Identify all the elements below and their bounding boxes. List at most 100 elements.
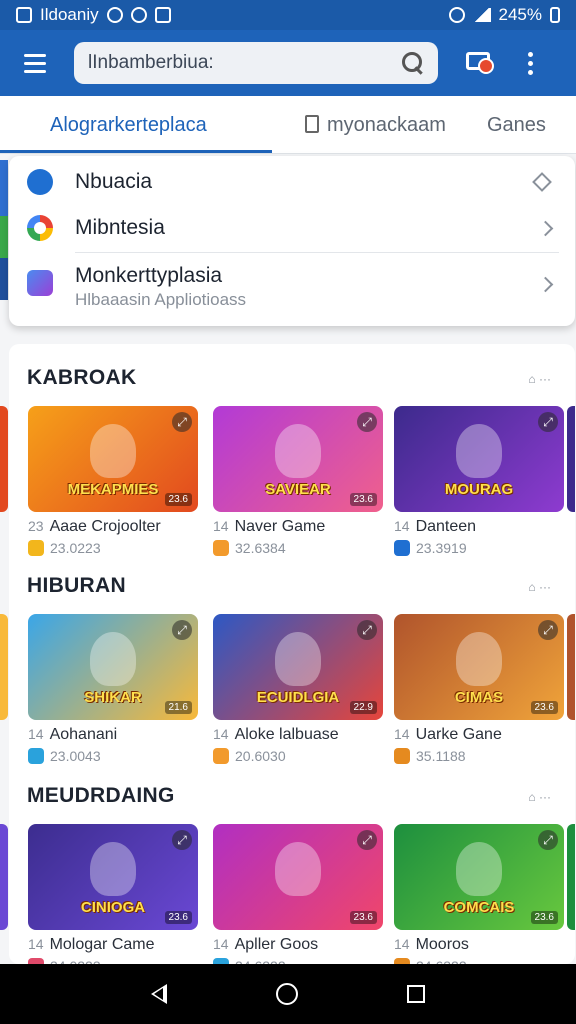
game-title-row: 14 Mologar Came: [28, 936, 198, 954]
section-more-icon[interactable]: ⌂ ···: [528, 580, 551, 594]
share-icon[interactable]: ⤢: [172, 412, 192, 432]
hamburger-menu-icon[interactable]: [12, 40, 58, 86]
game-card[interactable]: ⤢23.614Apller Goos24.6222: [213, 824, 383, 974]
back-icon[interactable]: [150, 984, 167, 1004]
game-thumbnail[interactable]: ECUIDLGIA ⤢ 22.9: [213, 614, 383, 720]
developer-icon: [28, 748, 44, 764]
character-art: [275, 842, 321, 896]
tab-0[interactable]: Alograrkerteplaca: [50, 114, 207, 137]
chevron-right-icon: [537, 276, 554, 292]
carousel-peek-right: [567, 614, 575, 720]
game-thumbnail[interactable]: ⤢ 23.6: [213, 824, 383, 930]
share-icon[interactable]: ⤢: [172, 620, 192, 640]
search-input[interactable]: lInbamberbiua:: [74, 42, 438, 84]
sync-icon: [106, 7, 123, 23]
search-icon[interactable]: [402, 52, 424, 74]
game-title-row: 14 Danteen: [394, 518, 564, 536]
developer-icon: [394, 748, 410, 764]
menu-item-2[interactable]: Monkerttyplasia Hlbaaasin Appliotioass: [9, 254, 575, 314]
game-prefix: 14: [213, 518, 229, 534]
share-icon[interactable]: ⤢: [357, 620, 377, 640]
game-title-row: 23 Aaae Crojoolter: [28, 518, 198, 536]
character-art: [275, 424, 321, 478]
cast-notification-icon[interactable]: [464, 46, 498, 80]
developer-icon: [213, 748, 229, 764]
character-art: [456, 842, 502, 896]
game-title: Danteen: [415, 518, 477, 535]
character-art: [456, 632, 502, 686]
search-text: lInbamberbiua:: [88, 52, 214, 73]
game-prefix: 14: [28, 936, 44, 952]
character-art: [456, 424, 502, 478]
game-meta: 20.6030: [213, 748, 383, 764]
background-peek: [0, 160, 8, 300]
tab-bar: Alograrkerteplaca myonackaam Ganes: [0, 96, 576, 154]
section-more-icon[interactable]: ⌂ ···: [528, 372, 551, 386]
share-icon[interactable]: ⤢: [357, 830, 377, 850]
thumbnail-badge: 23.6: [530, 701, 558, 714]
game-card[interactable]: CINIOGA⤢23.614Mologar Came34.0223: [28, 824, 198, 974]
chevron-right-icon: [537, 220, 554, 236]
menu-item-0[interactable]: Nbuacia: [9, 158, 575, 206]
game-logo-text: MOURAG: [444, 481, 514, 498]
share-icon[interactable]: ⤢: [357, 412, 377, 432]
game-sections: KABROAK ⌂ ··· MEKAPMIES ⤢ 23.6 23 Aaae Crojool…: [0, 344, 575, 974]
more-options-icon[interactable]: [520, 46, 540, 80]
game-title: Mologar Came: [49, 936, 155, 953]
thumbnail-badge: 23.6: [164, 911, 192, 924]
recent-apps-icon[interactable]: [407, 985, 426, 1003]
share-icon[interactable]: ⤢: [538, 412, 558, 432]
game-thumbnail[interactable]: SAVIEAR ⤢ 23.6: [213, 406, 383, 512]
pin-icon[interactable]: [532, 172, 552, 192]
developer-icon: [394, 540, 410, 556]
game-card[interactable]: SAVIEAR ⤢ 23.6 14 Naver Game 32.6384: [213, 406, 383, 556]
game-card[interactable]: MEKAPMIES ⤢ 23.6 23 Aaae Crojoolter 23.0223: [28, 406, 198, 556]
share-icon[interactable]: ⤢: [538, 830, 558, 850]
share-icon[interactable]: ⤢: [538, 620, 558, 640]
game-thumbnail[interactable]: MOURAG ⤢: [394, 406, 564, 512]
game-meta: 35.1188: [394, 748, 564, 764]
game-card[interactable]: CIMAS ⤢ 23.6 14 Uarke Gane 35.1188: [394, 614, 564, 764]
carousel-peek-right: [567, 824, 575, 930]
game-thumbnail[interactable]: CIMAS ⤢ 23.6: [394, 614, 564, 720]
active-tab-indicator: [0, 150, 272, 153]
game-title-row: 14 Aloke lalbuase: [213, 726, 383, 744]
game-meta: 23.0223: [28, 540, 198, 556]
game-card[interactable]: MOURAG ⤢ 14 Danteen 23.3919: [394, 406, 564, 556]
menu-item-label: Mibntesia: [75, 216, 165, 239]
wifi-icon: [130, 7, 147, 23]
game-meta-value: 23.0223: [50, 540, 101, 556]
status-bar: Ildoaniy 245%: [0, 0, 576, 30]
menu-item-label: Nbuacia: [75, 170, 153, 193]
tab-1[interactable]: myonackaam: [305, 114, 446, 137]
image-icon: [154, 7, 171, 23]
status-app-name: Ildoaniy: [40, 5, 99, 24]
game-prefix: 14: [213, 936, 229, 952]
tab-2[interactable]: Ganes: [487, 114, 546, 137]
menu-item-1[interactable]: Mibntesia: [9, 204, 575, 252]
developer-icon: [213, 540, 229, 556]
game-thumbnail[interactable]: MEKAPMIES ⤢ 23.6: [28, 406, 198, 512]
home-icon[interactable]: [275, 983, 298, 1005]
game-card[interactable]: COMCAIS⤢23.614Mooros24.6322: [394, 824, 564, 974]
app-icon: [27, 169, 53, 195]
section-more-icon[interactable]: ⌂ ···: [528, 790, 551, 804]
google-icon: [27, 215, 53, 241]
thumbnail-badge: 23.6: [349, 493, 377, 506]
game-card[interactable]: SHIKAR ⤢ 21.6 14 Aohanani 23.0043: [28, 614, 198, 764]
carousel-peek-left: [0, 614, 8, 720]
game-thumbnail[interactable]: SHIKAR ⤢ 21.6: [28, 614, 198, 720]
game-prefix: 14: [394, 518, 410, 534]
carousel-peek-right: [567, 406, 575, 512]
carousel-peek-left: [0, 824, 8, 930]
tab-1-label: myonackaam: [327, 114, 446, 136]
divider: [75, 252, 559, 253]
thumbnail-badge: 23.6: [349, 911, 377, 924]
game-thumbnail[interactable]: COMCAIS ⤢ 23.6: [394, 824, 564, 930]
game-card[interactable]: ECUIDLGIA ⤢ 22.9 14 Aloke lalbuase 20.6030: [213, 614, 383, 764]
share-icon[interactable]: ⤢: [172, 830, 192, 850]
game-thumbnail[interactable]: CINIOGA ⤢ 23.6: [28, 824, 198, 930]
signal-icon: [472, 8, 491, 22]
section-title: KABROAK: [27, 366, 137, 389]
game-prefix: 14: [394, 936, 410, 952]
